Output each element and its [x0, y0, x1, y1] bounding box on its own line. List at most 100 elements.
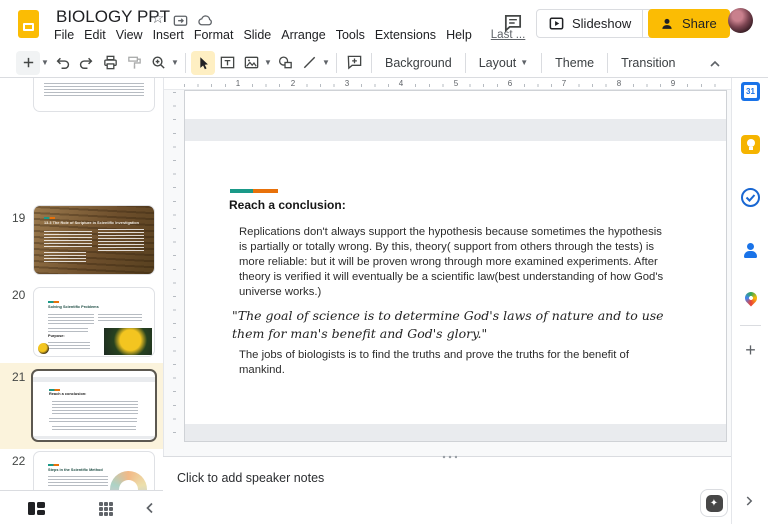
new-slide-dropdown[interactable]: ▼	[40, 58, 50, 67]
slide-thumbnail-18[interactable]	[33, 78, 155, 112]
horizontal-ruler: 1 2 3 4 5 6 7 8 9	[164, 78, 732, 90]
maps-pin-icon	[742, 289, 760, 307]
vertical-ruler	[173, 92, 176, 444]
menu-slide[interactable]: Slide	[238, 26, 276, 44]
menu-view[interactable]: View	[111, 26, 148, 44]
collapse-filmstrip-button[interactable]	[141, 499, 159, 517]
ruler-number: 6	[504, 79, 516, 88]
zoom-icon	[152, 56, 165, 69]
slides-logo[interactable]	[18, 10, 39, 38]
paint-format-button[interactable]	[122, 51, 146, 75]
menu-arrange[interactable]: Arrange	[276, 26, 330, 44]
open-comments-button[interactable]	[502, 12, 524, 34]
transition-button[interactable]: Transition	[613, 52, 683, 74]
menu-extensions[interactable]: Extensions	[370, 26, 441, 44]
share-button[interactable]: Share	[648, 9, 730, 38]
text-box-icon	[220, 56, 234, 69]
thumbnail-divider	[48, 301, 59, 303]
filmstrip-view-icon	[37, 509, 45, 515]
add-comment-icon	[347, 55, 361, 70]
slide-thumbnail-20[interactable]: Solving Scientific Problems Purpose:	[33, 287, 155, 357]
theme-button[interactable]: Theme	[547, 52, 602, 74]
hide-side-panel-button[interactable]	[741, 493, 759, 511]
thumbnail-title: Solving Scientific Problems	[48, 305, 99, 309]
calendar-app-button[interactable]: 31	[741, 82, 760, 101]
notes-resize-handle[interactable]	[440, 453, 457, 459]
background-button[interactable]: Background	[377, 52, 460, 74]
insert-comment-button[interactable]	[342, 51, 366, 75]
menu-insert[interactable]: Insert	[148, 26, 189, 44]
redo-icon	[79, 57, 92, 69]
ruler-number: 3	[341, 79, 353, 88]
slide-quote-text[interactable]: "The goal of science is to determine God…	[232, 307, 684, 343]
thumbnail-title: Steps in the Scientific Method	[48, 468, 103, 472]
slide-thumbnail-22[interactable]: Steps in the Scientific Method	[33, 451, 155, 490]
tasks-app-button[interactable]	[741, 188, 760, 207]
keep-app-button[interactable]	[741, 135, 760, 154]
slide-accent-divider	[230, 189, 278, 193]
chevron-left-icon	[146, 502, 153, 514]
hide-menus-button[interactable]	[703, 52, 727, 76]
star-icon[interactable]: ☆	[151, 9, 164, 27]
gemini-button[interactable]: ✦	[700, 489, 728, 517]
filmstrip-view-icon	[28, 502, 35, 515]
filmstrip-view-icon	[37, 502, 45, 508]
thumbnail-text-lines	[52, 426, 136, 431]
insert-line-dropdown[interactable]: ▼	[321, 58, 331, 67]
cursor-icon	[200, 56, 208, 69]
slide-bottom-band	[185, 424, 726, 441]
select-tool-button[interactable]	[191, 50, 215, 75]
slide-thumbnail-19[interactable]: 13.3 The Role of Scripture in Scientific…	[33, 205, 155, 275]
share-label: Share	[682, 16, 717, 31]
thumbnail-text-lines	[44, 252, 86, 263]
print-button[interactable]	[98, 51, 122, 75]
redo-button[interactable]	[74, 51, 98, 75]
toolbar-separator	[185, 52, 186, 73]
speaker-notes-panel[interactable]: Click to add speaker notes ✦	[163, 453, 731, 524]
shapes-icon	[278, 56, 292, 69]
menu-help[interactable]: Help	[441, 26, 477, 44]
slides-logo-glyph	[23, 23, 34, 31]
get-addons-button[interactable]: +	[740, 340, 761, 361]
menu-tools[interactable]: Tools	[331, 26, 370, 44]
ruler-number: 1	[232, 79, 244, 88]
ruler-number: 4	[395, 79, 407, 88]
slide-closing-text[interactable]: The jobs of biologists is to find the tr…	[239, 348, 673, 378]
toolbar-separator	[541, 52, 543, 73]
slide-heading[interactable]: Reach a conclusion:	[229, 198, 346, 212]
slide-body-text[interactable]: Replications don't always support the hy…	[239, 225, 673, 300]
account-avatar[interactable]	[728, 8, 753, 33]
insert-image-button[interactable]	[239, 51, 263, 75]
grid-view-button[interactable]	[99, 502, 113, 516]
new-slide-button[interactable]	[16, 50, 40, 75]
thumbnail-text-lines	[44, 231, 92, 248]
zoom-button[interactable]	[146, 51, 170, 75]
text-box-button[interactable]	[215, 51, 239, 75]
paint-roller-icon	[127, 56, 141, 69]
speaker-notes-placeholder[interactable]: Click to add speaker notes	[177, 471, 324, 485]
contacts-app-button[interactable]	[741, 241, 760, 260]
current-slide[interactable]: Reach a conclusion: Replications don't a…	[184, 90, 727, 442]
menu-edit[interactable]: Edit	[79, 26, 111, 44]
filmstrip-view-button[interactable]	[28, 502, 45, 515]
thumbnail-text-lines	[48, 314, 94, 325]
slide-thumbnail-21[interactable]: Reach a conclusion:	[31, 369, 157, 442]
thumbnail-text-lines	[48, 476, 108, 488]
slide-number: 21	[12, 370, 26, 384]
thumbnail-divider	[49, 389, 60, 391]
slideshow-button[interactable]: Slideshow	[537, 10, 642, 37]
thumbnail-cycle-diagram	[110, 471, 147, 490]
insert-image-dropdown[interactable]: ▼	[263, 58, 273, 67]
menu-format[interactable]: Format	[189, 26, 239, 44]
thumbnail-text-lines	[48, 342, 90, 350]
insert-line-button[interactable]	[297, 51, 321, 75]
undo-button[interactable]	[50, 51, 74, 75]
menu-file[interactable]: File	[49, 26, 79, 44]
maps-app-button[interactable]	[741, 289, 760, 309]
thumbnail-band	[33, 377, 155, 382]
thumbnail-divider	[44, 217, 55, 219]
thumbnail-image	[104, 328, 152, 355]
layout-button[interactable]: Layout ▼	[471, 52, 536, 74]
zoom-dropdown[interactable]: ▼	[170, 58, 180, 67]
insert-shape-button[interactable]	[273, 51, 297, 75]
